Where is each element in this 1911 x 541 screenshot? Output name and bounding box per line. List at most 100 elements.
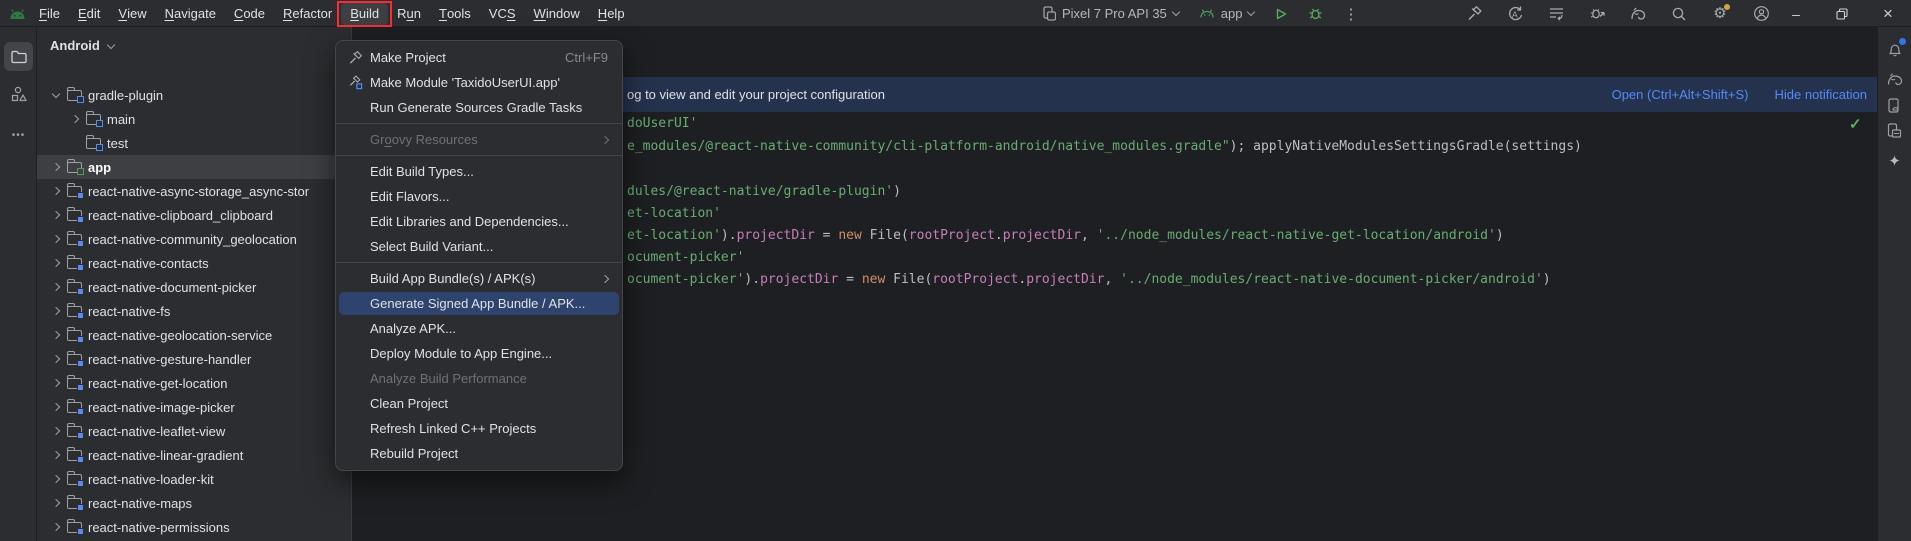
tree-item-app[interactable]: app	[37, 155, 351, 179]
gemini-ai-button[interactable]: ✦	[1883, 149, 1907, 173]
chevron-right-icon[interactable]	[52, 403, 60, 411]
svg-text:A: A	[1512, 10, 1518, 20]
chevron-right-icon[interactable]	[52, 427, 60, 435]
close-button[interactable]: ×	[1865, 0, 1911, 27]
menu-navigate[interactable]: Navigate	[156, 3, 225, 25]
notification-dot	[1899, 38, 1906, 45]
menu-item-make-project[interactable]: Make Project Ctrl+F9	[336, 45, 622, 70]
tree-item[interactable]: react-native-get-location	[37, 371, 351, 395]
chevron-right-icon[interactable]	[52, 499, 60, 507]
menu-item-run-generate-sources[interactable]: Run Generate Sources Gradle Tasks	[336, 95, 622, 120]
minimize-button[interactable]: –	[1773, 0, 1819, 27]
search-everywhere-button[interactable]	[1667, 2, 1691, 26]
debug-button[interactable]	[1308, 6, 1323, 21]
tree-item[interactable]: react-native-document-picker	[37, 275, 351, 299]
run-button[interactable]	[1274, 7, 1288, 21]
menu-window[interactable]: Window	[525, 3, 589, 25]
menu-item-edit-build-types[interactable]: Edit Build Types...	[336, 159, 622, 184]
menu-item-build-app-bundles[interactable]: Build App Bundle(s) / APK(s)	[336, 266, 622, 291]
tree-item[interactable]: react-native-async-storage_async-stor	[37, 179, 351, 203]
gradle-tool-window-button[interactable]	[1883, 67, 1907, 91]
more-tool-windows-button[interactable]: •••	[4, 121, 33, 150]
inspections-ok-icon[interactable]: ✓	[1849, 115, 1862, 133]
resource-manager-button[interactable]	[4, 79, 33, 108]
chevron-right-icon[interactable]	[52, 523, 60, 531]
project-view-selector[interactable]: Android	[50, 38, 114, 53]
project-tool-window-button[interactable]	[4, 42, 33, 71]
gradle-sync-button[interactable]	[1626, 2, 1650, 26]
chevron-down-icon[interactable]	[52, 89, 60, 97]
banner-hide-link[interactable]: Hide notification	[1775, 87, 1868, 102]
running-devices-button[interactable]	[1883, 94, 1907, 118]
chevron-right-icon[interactable]	[52, 451, 60, 459]
notifications-button[interactable]	[1883, 38, 1907, 62]
tree-item-label: react-native-document-picker	[88, 280, 256, 295]
tree-item[interactable]: react-native-image-picker	[37, 395, 351, 419]
chevron-right-icon[interactable]	[71, 115, 79, 123]
menu-item-edit-flavors[interactable]: Edit Flavors...	[336, 184, 622, 209]
device-manager-button[interactable]	[1883, 119, 1907, 143]
menu-item-make-module[interactable]: Make Module 'TaxidoUserUI.app'	[336, 70, 622, 95]
more-actions-button[interactable]: ⋮	[1343, 5, 1359, 23]
device-phone-icon	[1043, 6, 1056, 21]
banner-open-link[interactable]: Open (Ctrl+Alt+Shift+S)	[1612, 87, 1749, 102]
apply-changes-button[interactable]: A	[1503, 2, 1527, 26]
settings-button[interactable]: ⚙	[1708, 2, 1732, 26]
menu-vcs[interactable]: VCS	[480, 3, 525, 25]
chevron-right-icon[interactable]	[52, 307, 60, 315]
tree-item[interactable]: react-native-leaflet-view	[37, 419, 351, 443]
menu-item-edit-libraries[interactable]: Edit Libraries and Dependencies...	[336, 209, 622, 234]
menu-help[interactable]: Help	[589, 3, 634, 25]
menu-refactor[interactable]: Refactor	[274, 3, 341, 25]
tree-item-gradle-plugin[interactable]: gradle-plugin	[37, 83, 351, 107]
tree-item[interactable]: react-native-contacts	[37, 251, 351, 275]
tree-item[interactable]: react-native-clipboard_clipboard	[37, 203, 351, 227]
device-selector[interactable]: Pixel 7 Pro API 35	[1043, 6, 1179, 21]
chevron-right-icon[interactable]	[52, 259, 60, 267]
menu-tools[interactable]: Tools	[430, 3, 480, 25]
tree-item[interactable]: react-native-permissions	[37, 515, 351, 539]
menu-item-select-build-variant[interactable]: Select Build Variant...	[336, 234, 622, 259]
menu-item-generate-signed-bundle[interactable]: Generate Signed App Bundle / APK...	[336, 291, 622, 316]
menu-file[interactable]: File	[30, 3, 69, 25]
library-folder-icon	[67, 258, 82, 269]
run-configuration-selector[interactable]: app	[1199, 6, 1255, 21]
chevron-right-icon[interactable]	[52, 331, 60, 339]
menu-item-rebuild-project[interactable]: Rebuild Project	[336, 441, 622, 466]
tree-item[interactable]: react-native-geolocation-service	[37, 323, 351, 347]
chevron-right-icon[interactable]	[52, 379, 60, 387]
chevron-right-icon[interactable]	[52, 163, 60, 171]
tree-item[interactable]: react-native-fs	[37, 299, 351, 323]
tree-item[interactable]: react-native-maps	[37, 491, 351, 515]
chevron-right-icon[interactable]	[52, 355, 60, 363]
menu-run[interactable]: Run	[388, 3, 430, 25]
tree-item[interactable]: react-native-gesture-handler	[37, 347, 351, 371]
menu-edit[interactable]: Edit	[69, 3, 109, 25]
menu-view[interactable]: View	[109, 3, 155, 25]
chevron-right-icon[interactable]	[52, 283, 60, 291]
android-studio-window: File Edit View Navigate Code Refactor Bu…	[0, 0, 1911, 541]
menu-separator	[336, 262, 622, 263]
tree-item[interactable]: react-native-loader-kit	[37, 467, 351, 491]
tree-item-main[interactable]: main	[37, 107, 351, 131]
chevron-right-icon[interactable]	[52, 187, 60, 195]
code-line: ocument-picker'	[627, 247, 744, 269]
build-menu-popup: Make Project Ctrl+F9 Make Module 'Taxido…	[335, 40, 623, 471]
tree-item-test[interactable]: test	[37, 131, 351, 155]
tree-item[interactable]: react-native-linear-gradient	[37, 443, 351, 467]
menu-item-clean-project[interactable]: Clean Project	[336, 391, 622, 416]
run-tasks-list-button[interactable]	[1544, 2, 1568, 26]
chevron-right-icon[interactable]	[52, 235, 60, 243]
menu-item-analyze-apk[interactable]: Analyze APK...	[336, 316, 622, 341]
maximize-button[interactable]	[1819, 0, 1865, 27]
attach-debugger-button[interactable]	[1585, 2, 1609, 26]
chevron-right-icon[interactable]	[52, 211, 60, 219]
account-button[interactable]	[1749, 2, 1773, 26]
menu-code[interactable]: Code	[225, 3, 274, 25]
chevron-right-icon[interactable]	[52, 475, 60, 483]
build-project-button[interactable]	[1462, 2, 1486, 26]
menu-build[interactable]: Build	[341, 3, 388, 25]
menu-item-deploy-app-engine[interactable]: Deploy Module to App Engine...	[336, 341, 622, 366]
tree-item[interactable]: react-native-community_geolocation	[37, 227, 351, 251]
menu-item-refresh-cpp-projects[interactable]: Refresh Linked C++ Projects	[336, 416, 622, 441]
